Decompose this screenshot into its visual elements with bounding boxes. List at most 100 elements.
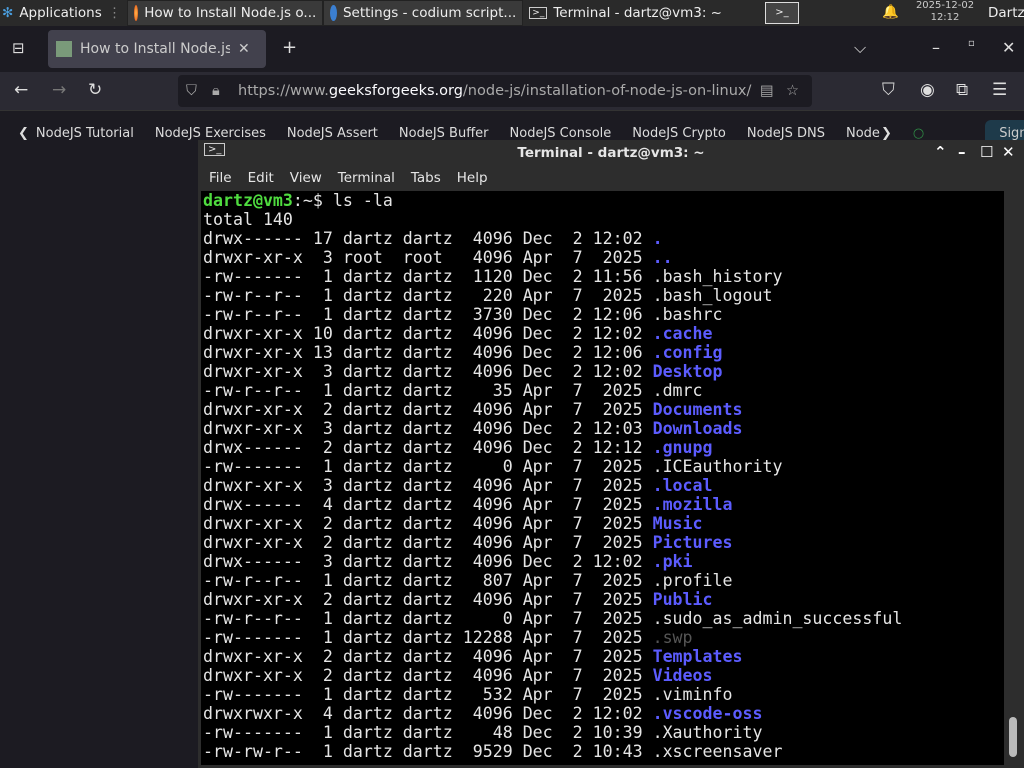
extensions-icon[interactable]: ⧉ (956, 80, 968, 100)
browser-tab[interactable]: How to Install Node.js on✕ (48, 30, 266, 68)
file-meta: drwxr-xr-x 2 dartz dartz 4096 Apr 7 2025 (203, 666, 653, 685)
file-name: .mozilla (652, 495, 733, 514)
applications-menu[interactable]: ✻ Applications ⋮ (0, 0, 127, 26)
task-terminal[interactable]: >_ Terminal - dartz@vm3: ~ (523, 0, 723, 26)
file-name: Desktop (652, 362, 723, 381)
listing-row: drwxr-xr-x 3 dartz dartz 4096 Apr 7 2025… (203, 476, 1004, 495)
menu-edit[interactable]: Edit (248, 170, 274, 186)
task-codium[interactable]: Settings - codium script... (323, 0, 524, 26)
search-icon[interactable]: ○ (913, 126, 924, 141)
clock[interactable]: 2025-12-02 12:12 (910, 0, 980, 24)
listing-row: drwxr-xr-x 3 dartz dartz 4096 Dec 2 12:0… (203, 362, 1004, 381)
file-meta: drwxr-xr-x 2 dartz dartz 4096 Apr 7 2025 (203, 514, 653, 533)
file-meta: -rw-rw-r-- 1 dartz dartz 9529 Dec 2 10:4… (203, 742, 653, 761)
account-icon[interactable]: ◉ (920, 80, 935, 100)
navigation-bar: ← → ↻ ⛉ 🔒︎ https://www. geeksforgeeks.org… (0, 72, 1024, 110)
listing-row: -rw------- 1 dartz dartz 0 Apr 7 2025 .I… (203, 457, 1004, 476)
file-name: .sudo_as_admin_successful (652, 609, 903, 628)
minimize-icon[interactable]: – (958, 143, 966, 161)
menu-tabs[interactable]: Tabs (411, 170, 441, 186)
file-meta: drwxrwxr-x 4 dartz dartz 4096 Dec 2 12:0… (203, 704, 653, 723)
file-meta: drwx------ 2 dartz dartz 4096 Dec 2 12:1… (203, 438, 653, 457)
listing-row: drwxr-xr-x 2 dartz dartz 4096 Apr 7 2025… (203, 400, 1004, 419)
scrollbar-thumb[interactable] (1009, 717, 1017, 757)
terminal-scrollbar[interactable] (1006, 191, 1020, 765)
file-name: .cache (652, 324, 713, 343)
file-name: Templates (652, 647, 743, 666)
listing-row: drwxr-xr-x 2 dartz dartz 4096 Apr 7 2025… (203, 533, 1004, 552)
listing-row: drwx------ 4 dartz dartz 4096 Apr 7 2025… (203, 495, 1004, 514)
file-meta: -rw------- 1 dartz dartz 1120 Dec 2 11:5… (203, 267, 653, 286)
listing-row: drwx------ 17 dartz dartz 4096 Dec 2 12:… (203, 229, 1004, 248)
menu-terminal[interactable]: Terminal (338, 170, 395, 186)
listing-row: -rw-r--r-- 1 dartz dartz 807 Apr 7 2025 … (203, 571, 1004, 590)
file-meta: drwxr-xr-x 3 dartz dartz 4096 Apr 7 2025 (203, 476, 653, 495)
scroll-right-icon[interactable]: ❯ (881, 126, 892, 141)
menu-view[interactable]: View (290, 170, 322, 186)
url-bar[interactable]: ⛉ 🔒︎ https://www. geeksforgeeks.org/node-… (178, 75, 812, 107)
nav-link[interactable]: NodeJS Exercises (155, 126, 266, 141)
total-line: total 140 (203, 210, 293, 229)
file-name: . (652, 229, 663, 248)
show-terminal-launcher[interactable]: >_ (765, 2, 799, 24)
nav-link[interactable]: NodeJS Crypto (632, 126, 726, 141)
file-name: .ICEauthority (652, 457, 783, 476)
menu-help[interactable]: Help (457, 170, 488, 186)
file-name: Downloads (652, 419, 743, 438)
file-name: Videos (652, 666, 713, 685)
reader-view-icon[interactable]: ▤ (760, 83, 774, 99)
file-meta: drwxr-xr-x 13 dartz dartz 4096 Dec 2 12:… (203, 343, 653, 362)
file-name: Pictures (652, 533, 733, 552)
tab-overview-icon[interactable]: ⊟ (12, 39, 25, 57)
scroll-left-icon[interactable]: ❮ (18, 126, 29, 141)
pocket-icon[interactable]: ⛉ (882, 80, 895, 100)
maximize-icon[interactable]: ☐ (980, 143, 993, 161)
listing-row: -rw-r--r-- 1 dartz dartz 35 Apr 7 2025 .… (203, 381, 1004, 400)
new-tab-icon[interactable]: + (282, 37, 297, 58)
file-name: .xscreensaver (652, 742, 783, 761)
file-name: .bash_history (652, 267, 783, 286)
nav-link[interactable]: NodeJS Tutorial (36, 126, 134, 141)
file-name: .vscode-oss (652, 704, 763, 723)
listing-row: -rw-r--r-- 1 dartz dartz 0 Apr 7 2025 .s… (203, 609, 1004, 628)
close-tab-icon[interactable]: ✕ (238, 41, 250, 57)
listing-row: -rw-rw-r-- 1 dartz dartz 9529 Dec 2 10:4… (203, 742, 1004, 761)
file-name: .gnupg (652, 438, 713, 457)
menu-file[interactable]: File (209, 170, 232, 186)
back-icon[interactable]: ← (14, 80, 28, 100)
file-meta: drwxr-xr-x 3 dartz dartz 4096 Dec 2 12:0… (203, 419, 653, 438)
reload-icon[interactable]: ↻ (88, 80, 102, 100)
nav-link[interactable]: NodeJS Buffer (399, 126, 489, 141)
tab-list-icon[interactable]: ⌵ (854, 38, 866, 58)
nav-link[interactable]: NodeJS Console (510, 126, 612, 141)
listing-row: drwxr-xr-x 2 dartz dartz 4096 Apr 7 2025… (203, 647, 1004, 666)
forward-icon[interactable]: → (52, 80, 66, 100)
file-name: .bashrc (652, 305, 723, 324)
nav-link[interactable]: NodeJS Assert (287, 126, 378, 141)
file-name: Documents (652, 400, 743, 419)
menu-icon[interactable]: ☰ (992, 80, 1007, 100)
nav-link[interactable]: NodeJS DNS (747, 126, 825, 141)
terminal-window: >_ Terminal - dartz@vm3: ~ ⌃ – ☐ ✕ File … (198, 140, 1024, 768)
bookmark-star-icon[interactable]: ☆ (786, 83, 799, 99)
user-menu[interactable]: Dartz (988, 5, 1024, 21)
file-meta: drwxr-xr-x 2 dartz dartz 4096 Apr 7 2025 (203, 533, 653, 552)
terminal-titlebar[interactable]: >_ Terminal - dartz@vm3: ~ ⌃ – ☐ ✕ (198, 140, 1024, 165)
maximize-icon[interactable]: ▫ (968, 38, 975, 49)
file-meta: -rw------- 1 dartz dartz 48 Dec 2 10:39 (203, 723, 653, 742)
close-icon[interactable]: ✕ (1002, 143, 1015, 161)
listing-row: -rw-r--r-- 1 dartz dartz 220 Apr 7 2025 … (203, 286, 1004, 305)
minimize-icon[interactable]: – (932, 38, 940, 57)
file-meta: drwx------ 17 dartz dartz 4096 Dec 2 12:… (203, 229, 653, 248)
listing-row: drwx------ 3 dartz dartz 4096 Dec 2 12:0… (203, 552, 1004, 571)
file-meta: -rw------- 1 dartz dartz 0 Apr 7 2025 (203, 457, 653, 476)
nav-link[interactable]: Node (846, 126, 880, 141)
listing-row: -rw------- 1 dartz dartz 532 Apr 7 2025 … (203, 685, 1004, 704)
notification-bell-icon[interactable]: 🔔 (882, 4, 899, 20)
file-name: Music (652, 514, 703, 533)
file-name: .config (652, 343, 723, 362)
terminal-output[interactable]: dartz@vm3:~$ ls -la total 140 drwx------ 1… (201, 191, 1004, 765)
close-window-icon[interactable]: ✕ (1002, 38, 1015, 57)
task-firefox[interactable]: How to Install Node.js o... (127, 0, 324, 26)
shade-icon[interactable]: ⌃ (934, 143, 947, 161)
